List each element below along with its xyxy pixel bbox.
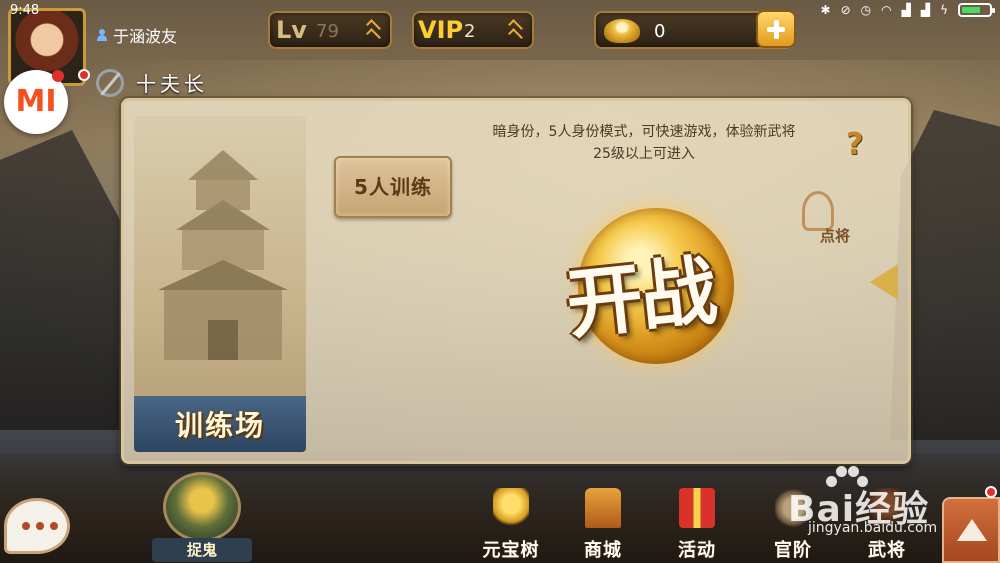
status-time: 9:48 (10, 3, 40, 18)
player-name-text: 于涵波友 (113, 27, 178, 46)
nav-events-label: 活动 (678, 540, 716, 561)
gold-ingot-icon (604, 19, 640, 43)
start-battle-label: 开战 (562, 245, 719, 350)
mi-notification-dot (52, 70, 64, 82)
start-battle-button[interactable]: 开战 (522, 204, 758, 374)
mode-description: 暗身份，5人身份模式，可快速游戏，体验新武将 25级以上可进入 (424, 121, 864, 165)
gold-value: 0 (654, 21, 666, 42)
status-icons: ✱ ⊘ ◷ ◠ ▟ ▟ ϟ (820, 3, 995, 17)
nav-shop-label: 商城 (584, 540, 622, 561)
rank-emblem-icon (96, 68, 124, 97)
person-icon (96, 29, 108, 41)
catch-ghost-button[interactable]: 捉鬼 (152, 472, 252, 562)
player-name: 于涵波友 (96, 23, 177, 47)
gift-box-icon (679, 488, 715, 528)
chat-button[interactable] (4, 498, 70, 554)
avatar-notification-dot (78, 69, 90, 81)
five-player-training-button[interactable]: 5人训练 (334, 156, 452, 218)
side-expand-arrow-icon[interactable] (870, 264, 898, 300)
description-line-2: 25级以上可进入 (593, 146, 695, 162)
signal-icon: ▟ (920, 3, 931, 17)
level-up-arrow-icon (360, 19, 384, 41)
watermark-url: jingyan.baidu.com (808, 520, 938, 536)
select-general-label: 点将 (820, 227, 851, 245)
rank-title: 十夫长 (136, 72, 208, 96)
charging-icon: ϟ (940, 3, 948, 17)
description-line-1: 暗身份，5人身份模式，可快速游戏，体验新武将 (492, 124, 796, 140)
training-ground-card[interactable]: 训练场 (134, 116, 306, 452)
help-icon[interactable]: ? (846, 127, 863, 162)
nav-events[interactable]: 活动 (654, 488, 740, 561)
shop-icon (585, 488, 621, 528)
mute-icon: ⊘ (840, 3, 851, 17)
chat-bubble-icon (22, 522, 58, 530)
money-tree-icon (493, 488, 529, 528)
nav-generals-label: 武将 (868, 540, 906, 561)
alarm-icon: ◷ (860, 3, 872, 17)
card-title: 训练场 (174, 409, 265, 442)
expand-menu-button[interactable] (942, 497, 1000, 563)
wifi-icon: ◠ (881, 3, 892, 17)
select-general-button[interactable]: 点将 (794, 191, 866, 251)
castle-illustration-icon (158, 150, 288, 360)
level-value: 79 (316, 21, 339, 42)
battery-icon (958, 3, 995, 17)
catch-ghost-label: 捉鬼 (152, 538, 252, 562)
nav-money-tree[interactable]: 元宝树 (468, 488, 554, 561)
baidu-watermark: Bai经验 jingyan.baidu.com (788, 466, 948, 538)
player-rank: 十夫长 (96, 68, 208, 97)
bluetooth-icon: ✱ (820, 3, 831, 17)
ghost-warrior-icon (163, 472, 241, 542)
nav-rank-label: 官阶 (774, 540, 812, 561)
vip-value: 2 (464, 21, 476, 42)
nav-money-tree-label: 元宝树 (482, 540, 540, 561)
status-bar: 9:48 ✱ ⊘ ◷ ◠ ▟ ▟ ϟ (0, 0, 1000, 22)
nav-shop[interactable]: 商城 (560, 488, 646, 561)
vip-up-arrow-icon (502, 19, 526, 41)
game-mode-panel: 训练场 5人训练 暗身份，5人身份模式，可快速游戏，体验新武将 25级以上可进入… (121, 98, 911, 464)
signal-icon: ▟ (901, 3, 911, 17)
expand-notification-dot (985, 486, 997, 498)
